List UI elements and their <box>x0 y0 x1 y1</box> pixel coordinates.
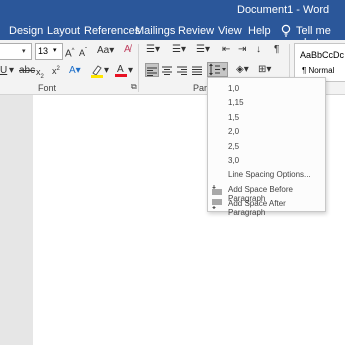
sort-icon[interactable]: ↓ <box>256 44 261 56</box>
style-sample-text: AaBbCcDc <box>300 50 345 60</box>
svg-text:A: A <box>117 64 124 75</box>
borders-icon[interactable]: ⊞▾ <box>258 64 271 76</box>
line-spacing-options-item[interactable]: Line Spacing Options... <box>228 170 311 179</box>
line-spacing-option-3-0[interactable]: 3,0 <box>228 156 239 165</box>
font-dialog-launcher-icon[interactable]: ⧉ <box>131 82 137 92</box>
lightbulb-icon[interactable] <box>280 24 292 38</box>
font-size-value: 13 <box>38 46 49 56</box>
bullets-icon[interactable]: ☰▾ <box>146 44 160 56</box>
tab-references[interactable]: References <box>84 25 140 37</box>
shrink-font-icon[interactable]: Aˇ <box>79 45 87 59</box>
superscript-icon[interactable]: x2 <box>52 63 60 77</box>
align-left-button[interactable] <box>145 63 159 77</box>
tab-mailings[interactable]: Mailings <box>135 25 175 37</box>
add-space-after-icon <box>212 199 222 209</box>
numbering-icon[interactable]: ☰▾ <box>172 44 186 56</box>
line-spacing-option-2-0[interactable]: 2,0 <box>228 127 239 136</box>
align-left-icon <box>147 67 157 76</box>
justify-icon[interactable] <box>191 64 203 80</box>
decrease-indent-icon[interactable]: ⇤ <box>222 44 230 56</box>
line-spacing-option-1-5[interactable]: 1,5 <box>228 113 239 122</box>
title-bar: Document1 - Word <box>0 0 345 22</box>
line-spacing-button[interactable] <box>207 62 228 77</box>
tab-layout[interactable]: Layout <box>47 25 80 37</box>
window-title: Document1 - Word <box>237 4 330 16</box>
subscript-icon[interactable]: x2 <box>36 66 44 83</box>
ribbon-tabs: Design Layout References Mailings Review… <box>0 22 345 49</box>
add-space-before-icon <box>212 185 222 195</box>
tab-review[interactable]: Review <box>178 25 214 37</box>
chevron-down-icon[interactable]: ▾ <box>9 65 14 77</box>
style-normal-label: ¶ Normal <box>302 66 335 75</box>
strikethrough-icon[interactable]: abc <box>19 65 35 77</box>
tab-help[interactable]: Help <box>248 25 271 37</box>
clear-formatting-icon[interactable]: A̸ <box>124 44 131 56</box>
line-spacing-option-1-15[interactable]: 1,15 <box>228 98 244 107</box>
line-spacing-option-1-0[interactable]: 1,0 <box>228 84 239 93</box>
text-effects-icon[interactable]: A▾ <box>69 65 81 77</box>
tab-design[interactable]: Design <box>9 25 43 37</box>
line-spacing-icon <box>209 63 226 76</box>
highlight-icon[interactable] <box>90 64 104 82</box>
align-right-icon[interactable] <box>176 64 188 80</box>
change-case-icon[interactable]: Aa▾ <box>97 45 114 57</box>
add-space-after-item[interactable]: Add Space After Paragraph <box>228 199 325 217</box>
align-center-icon[interactable] <box>161 64 173 80</box>
underline-icon[interactable]: U <box>0 65 7 77</box>
chevron-down-icon[interactable]: ▾ <box>104 65 109 77</box>
increase-indent-icon[interactable]: ⇥ <box>238 44 246 56</box>
font-name-box[interactable]: ▾ <box>0 43 32 60</box>
multilevel-list-icon[interactable]: ☰▾ <box>196 44 210 56</box>
font-color-icon[interactable]: A <box>115 63 127 81</box>
font-group-label: Font <box>38 83 57 93</box>
grow-font-icon[interactable]: A^ <box>65 45 75 60</box>
line-spacing-option-2-5[interactable]: 2,5 <box>228 142 239 151</box>
line-spacing-menu: 1,0 1,15 1,5 2,0 2,5 3,0 Line Spacing Op… <box>207 77 326 217</box>
chevron-down-icon[interactable]: ▾ <box>128 65 133 77</box>
chevron-down-icon: ▾ <box>53 47 57 54</box>
chevron-down-icon: ▾ <box>22 48 26 55</box>
font-size-box[interactable]: 13 ▾ <box>35 43 63 60</box>
shading-icon[interactable]: ◈▾ <box>236 64 249 76</box>
tab-view[interactable]: View <box>218 25 242 37</box>
show-formatting-icon[interactable]: ¶ <box>274 44 279 56</box>
